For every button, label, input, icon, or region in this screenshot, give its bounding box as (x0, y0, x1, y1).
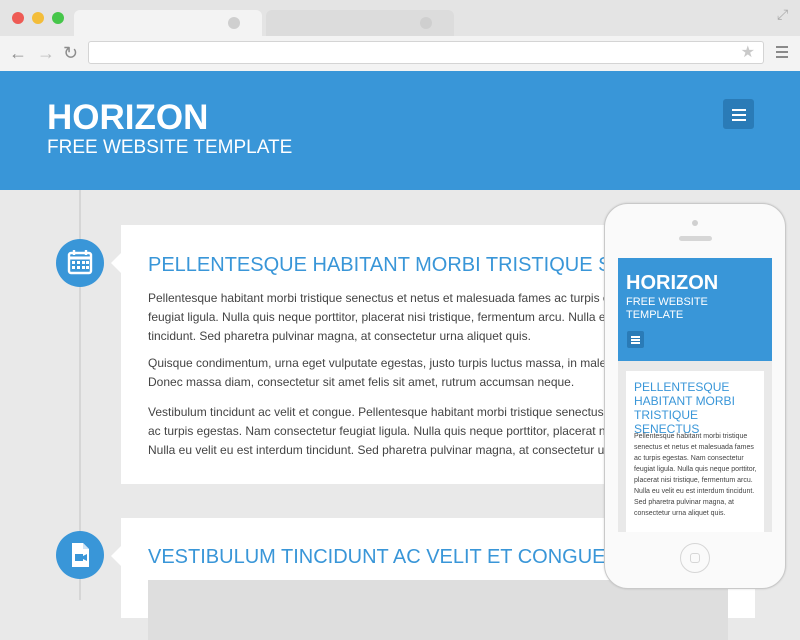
mobile-post-title[interactable]: PELLENTESQUE HABITANT MORBI TRISTIQUE SE… (634, 380, 760, 436)
address-bar[interactable]: ★ (88, 41, 764, 64)
tab-close-icon[interactable] (420, 17, 432, 29)
back-arrow-icon[interactable]: ← (9, 42, 27, 64)
calendar-icon (56, 239, 104, 287)
browser-menu-icon[interactable] (776, 46, 788, 61)
minimize-window-button[interactable] (32, 12, 44, 24)
browser-chrome: ⤢ ← → ↻ ★ (0, 0, 800, 72)
maximize-window-button[interactable] (52, 12, 64, 24)
phone-camera (692, 220, 698, 226)
tab-close-icon[interactable] (228, 17, 240, 29)
phone-mockup: HORIZON FREE WEBSITE TEMPLATE PELLENTESQ… (604, 203, 786, 589)
post-image (148, 580, 728, 640)
bookmark-star-icon[interactable]: ★ (741, 43, 755, 63)
phone-home-button[interactable] (680, 543, 710, 573)
phone-screen: HORIZON FREE WEBSITE TEMPLATE PELLENTESQ… (618, 258, 772, 532)
close-window-button[interactable] (12, 12, 24, 24)
fullscreen-icon[interactable]: ⤢ (777, 6, 788, 23)
phone-speaker (679, 236, 712, 241)
mobile-tagline: FREE WEBSITE TEMPLATE (626, 296, 708, 321)
post-paragraph: Quisque condimentum, urna eget vulputate… (148, 356, 639, 389)
mobile-menu-button[interactable] (627, 331, 644, 348)
browser-tab-active[interactable] (74, 10, 262, 36)
mobile-post-card: PELLENTESQUE HABITANT MORBI TRISTIQUE SE… (626, 371, 764, 532)
browser-tab-inactive[interactable] (266, 10, 454, 36)
post-card: PELLENTESQUE HABITANT MORBI TRISTIQUE SE… (111, 225, 723, 484)
forward-arrow-icon[interactable]: → (37, 42, 55, 64)
mobile-post-body: Pellentesque habitant morbi tristique se… (634, 433, 757, 517)
post-title[interactable]: VESTIBULUM TINCIDUNT AC VELIT ET CONGUE (148, 545, 606, 569)
site-tagline: FREE WEBSITE TEMPLATE (47, 137, 293, 158)
mobile-header: HORIZON FREE WEBSITE TEMPLATE (618, 258, 772, 361)
site-header: HORIZON FREE WEBSITE TEMPLATE (0, 71, 800, 190)
reload-icon[interactable]: ↻ (63, 42, 78, 64)
video-file-icon (56, 531, 104, 579)
menu-button[interactable] (723, 99, 754, 129)
mobile-logo[interactable]: HORIZON (626, 272, 718, 294)
site-logo[interactable]: HORIZON (47, 98, 208, 138)
